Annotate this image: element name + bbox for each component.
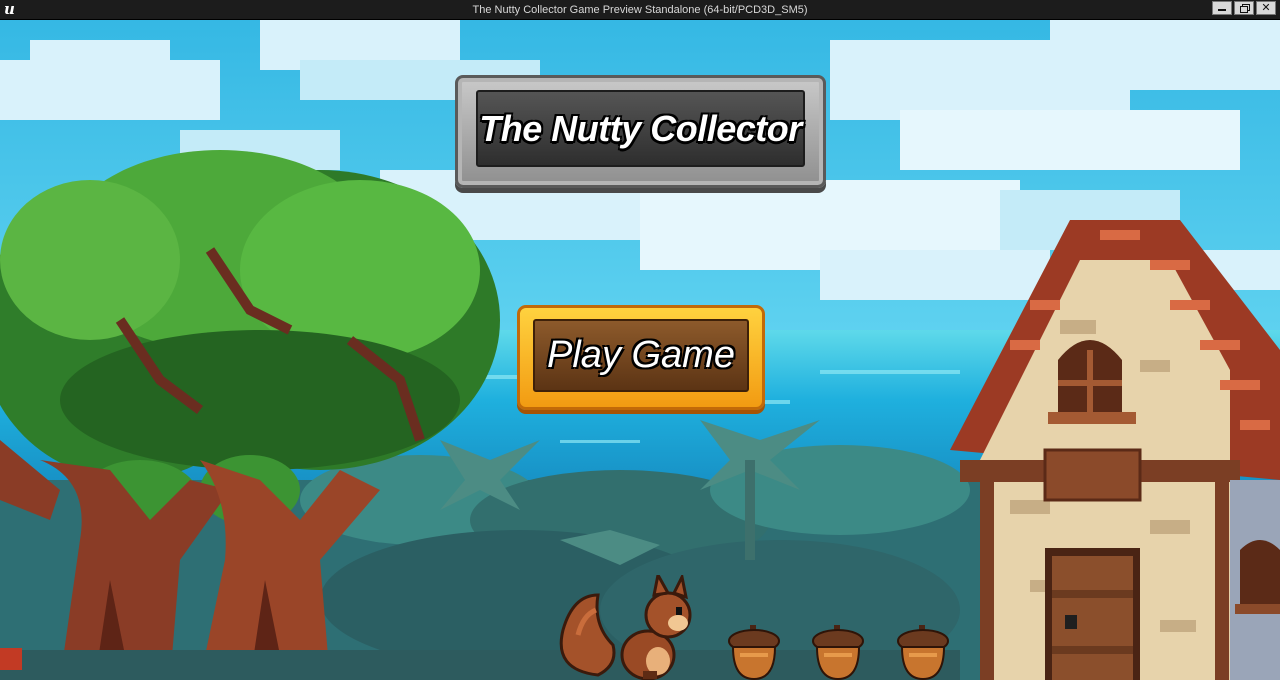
window-titlebar: u The Nutty Collector Game Preview Stand… — [0, 0, 1280, 20]
close-icon[interactable]: ✕ — [1256, 1, 1276, 15]
window-controls: ✕ — [1212, 1, 1276, 15]
unreal-engine-icon: u — [4, 0, 15, 18]
game-title: The Nutty Collector — [479, 107, 802, 149]
acorn — [812, 625, 864, 680]
squirrel-character — [559, 575, 692, 680]
restore-icon[interactable] — [1234, 1, 1254, 15]
title-plaque-inner: The Nutty Collector — [476, 90, 805, 167]
acorn — [897, 625, 949, 680]
play-button-label: Play Game — [547, 334, 735, 376]
acorn — [728, 625, 780, 680]
window-title: The Nutty Collector Game Preview Standal… — [472, 3, 808, 16]
play-button-inner[interactable]: Play Game — [533, 319, 749, 392]
minimize-icon[interactable] — [1212, 1, 1232, 15]
play-game-button[interactable]: Play Game — [517, 305, 765, 410]
game-title-plaque: The Nutty Collector — [455, 75, 826, 188]
